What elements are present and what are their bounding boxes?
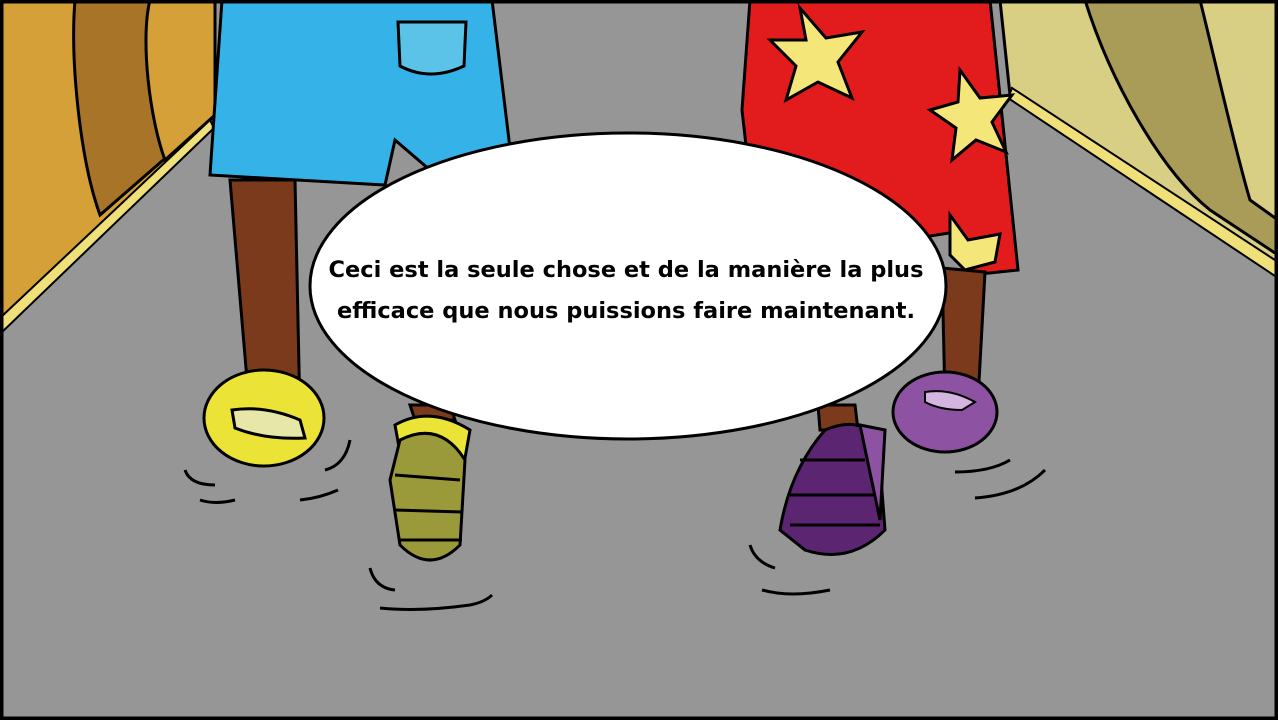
speech-bubble-text: Ceci est la seule chose et de la manière…: [328, 257, 924, 324]
purple-shoe: [891, 370, 999, 454]
comic-panel: Ceci est la seule chose et de la manière…: [0, 0, 1278, 720]
walking-scene-illustration: [0, 0, 1278, 720]
